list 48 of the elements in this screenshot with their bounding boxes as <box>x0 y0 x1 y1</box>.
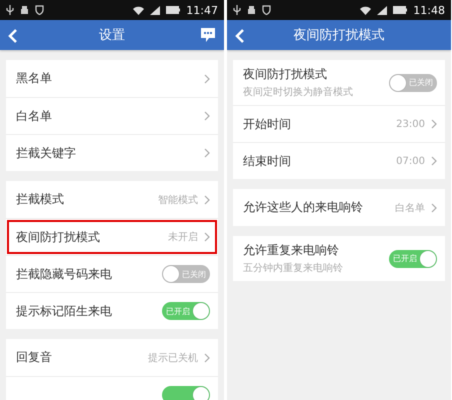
chevron-icon <box>204 232 210 242</box>
setting-label[interactable]: 回复音 <box>16 349 148 366</box>
chat-icon[interactable] <box>200 27 216 43</box>
signal-icon <box>377 6 388 14</box>
shield-icon <box>35 5 44 15</box>
status-time: 11:47 <box>186 4 218 16</box>
setting-value: 07:00 <box>396 156 425 166</box>
wifi-icon <box>360 6 372 14</box>
setting-label[interactable]: 拦截关键字 <box>16 144 204 162</box>
battery-icon <box>166 6 180 14</box>
setting-label[interactable]: 允许重复来电响铃 <box>243 242 389 259</box>
signal-icon <box>150 6 160 14</box>
usb-icon <box>233 5 241 15</box>
chevron-icon <box>431 156 437 166</box>
setting-value: 智能模式 <box>158 194 198 206</box>
setting-description: 夜间定时切换为静音模式 <box>243 86 354 99</box>
battery-icon <box>393 6 408 14</box>
shield-icon <box>262 5 271 15</box>
setting-description: 五分钟内重复来电响铃 <box>243 262 344 275</box>
setting-label[interactable]: 白名单 <box>16 108 204 124</box>
usb-icon <box>6 5 14 15</box>
setting-value: 未开启 <box>168 230 198 244</box>
screen-title: 夜间防打扰模式 <box>292 27 386 44</box>
back-icon[interactable] <box>8 29 18 43</box>
wifi-icon <box>133 6 144 14</box>
chevron-icon <box>204 148 210 158</box>
toggle-switch[interactable] <box>162 386 210 400</box>
setting-label[interactable]: 允许这些人的来电响铃 <box>243 199 395 216</box>
setting-label[interactable]: 黑名单 <box>16 70 204 87</box>
chevron-icon <box>431 202 437 212</box>
setting-label[interactable]: 拦截模式 <box>16 191 158 208</box>
chevron-icon <box>204 111 210 121</box>
setting-value: 提示已关机 <box>148 352 198 364</box>
setting-label[interactable]: 夜间防打扰模式 <box>243 66 389 83</box>
setting-label[interactable]: 提示标记陌生来电 <box>16 302 162 320</box>
setting-label[interactable]: 结束时间 <box>243 152 396 170</box>
screen-title: 设置 <box>98 27 126 44</box>
setting-label[interactable]: 拦截隐藏号码来电 <box>16 266 162 282</box>
setting-value: 白名单 <box>395 202 425 214</box>
setting-label[interactable]: 开始时间 <box>243 116 396 132</box>
setting-value: 23:00 <box>396 118 425 130</box>
chevron-icon <box>204 194 210 204</box>
chevron-icon <box>204 74 210 84</box>
chevron-icon <box>431 119 437 129</box>
setting-label[interactable]: 夜间防打扰模式 <box>16 228 168 246</box>
status-time: 11:48 <box>413 4 445 16</box>
chevron-icon <box>204 352 210 362</box>
back-icon[interactable] <box>235 29 245 43</box>
